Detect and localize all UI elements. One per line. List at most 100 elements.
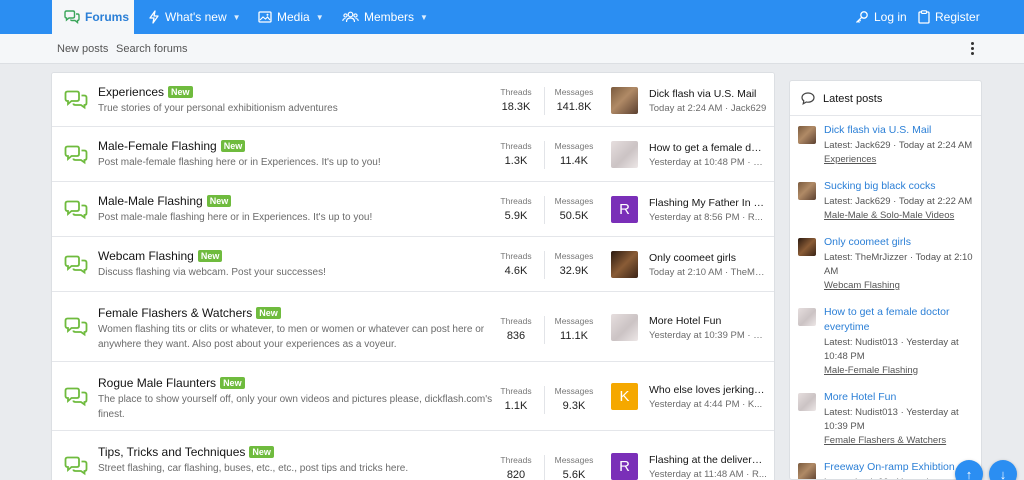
- users-icon: [342, 11, 359, 23]
- last-poster-avatar[interactable]: [611, 141, 638, 168]
- forum-title-text[interactable]: Female Flashers & Watchers: [98, 306, 252, 320]
- new-badge: New: [168, 86, 193, 98]
- nav-members-label: Members: [364, 10, 415, 24]
- last-post-title[interactable]: Flashing at the delivery door: [649, 454, 767, 466]
- last-post-meta: Yesterday at 10:48 PM · Nudist013: [649, 157, 767, 168]
- last-poster-avatar[interactable]: [611, 251, 638, 278]
- latest-post-forum-link[interactable]: Female Flashers & Watchers: [824, 435, 976, 446]
- last-post-title[interactable]: Dick flash via U.S. Mail: [649, 88, 767, 100]
- messages-label: Messages: [554, 386, 594, 396]
- clipboard-icon: [918, 10, 930, 24]
- forum-title-text[interactable]: Rogue Male Flaunters: [98, 376, 216, 390]
- threads-count: 1.1K: [504, 400, 528, 412]
- messages-stat: Messages 32.9K: [547, 251, 601, 277]
- latest-post-title[interactable]: Sucking big black cocks: [824, 179, 976, 194]
- forum-chat-icon: [64, 317, 88, 339]
- arrow-up-icon: ↑: [965, 466, 973, 480]
- last-poster-avatar[interactable]: [611, 87, 638, 114]
- forum-chat-icon: [64, 387, 88, 409]
- latest-post-title[interactable]: Dick flash via U.S. Mail: [824, 123, 976, 138]
- forum-title[interactable]: Male-Female Flashing New: [98, 139, 246, 153]
- last-poster-avatar[interactable]: K: [611, 383, 638, 410]
- messages-count: 9.3K: [562, 400, 586, 412]
- latest-post-thumb[interactable]: [798, 393, 816, 411]
- latest-post-title[interactable]: How to get a female doctor everytime: [824, 305, 976, 335]
- stat-divider: [544, 196, 545, 224]
- forum-row[interactable]: Tips, Tricks and Techniques New Street fla…: [52, 431, 774, 480]
- threads-label: Threads: [500, 87, 532, 97]
- stat-divider: [544, 455, 545, 480]
- latest-post-thumb[interactable]: [798, 308, 816, 326]
- messages-count: 32.9K: [559, 265, 589, 277]
- forum-title-text[interactable]: Male-Male Flashing: [98, 194, 203, 208]
- forum-title-text[interactable]: Tips, Tricks and Techniques: [98, 445, 245, 459]
- messages-label: Messages: [554, 196, 594, 206]
- scroll-up-button[interactable]: ↑: [955, 460, 983, 480]
- chevron-down-icon: ▼: [420, 12, 428, 22]
- last-post-title[interactable]: How to get a female doctor everytime: [649, 142, 767, 154]
- forum-row[interactable]: Female Flashers & Watchers New Women flash…: [52, 292, 774, 362]
- last-post-meta: Yesterday at 4:44 PM · K...: [649, 399, 763, 410]
- latest-post-forum-link[interactable]: Experiences: [824, 154, 976, 165]
- forum-title[interactable]: Webcam Flashing New: [98, 249, 223, 263]
- register-link[interactable]: Register: [918, 0, 980, 34]
- forum-title[interactable]: Tips, Tricks and Techniques New: [98, 445, 274, 459]
- latest-post-forum-link[interactable]: Male-Female Flashing: [824, 365, 976, 376]
- forum-title-text[interactable]: Webcam Flashing: [98, 249, 194, 263]
- latest-post-thumb[interactable]: [798, 182, 816, 200]
- last-post-title[interactable]: Only coomeet girls: [649, 252, 767, 264]
- last-post-title[interactable]: Flashing My Father In Law: [649, 197, 767, 209]
- search-forums-link[interactable]: Search forums: [116, 43, 188, 55]
- nav-forums-tab[interactable]: Forums: [52, 0, 134, 34]
- latest-post-title[interactable]: Freeway On-ramp Exhibtion: [824, 460, 976, 475]
- latest-post-thumb[interactable]: [798, 126, 816, 144]
- threads-label: Threads: [500, 141, 532, 151]
- last-post-title[interactable]: More Hotel Fun: [649, 315, 767, 327]
- latest-post-thumb[interactable]: [798, 463, 816, 479]
- login-link[interactable]: Log in: [855, 0, 907, 34]
- messages-stat: Messages 141.8K: [547, 87, 601, 113]
- forum-row[interactable]: Experiences New True stories of your perso…: [52, 73, 774, 127]
- latest-post-forum-link[interactable]: Male-Male & Solo-Male Videos: [824, 210, 976, 221]
- forum-title[interactable]: Rogue Male Flaunters New: [98, 376, 245, 390]
- nav-media[interactable]: Media ▼: [258, 0, 324, 34]
- nav-whats-new[interactable]: What's new ▼: [148, 0, 241, 34]
- threads-count: 836: [506, 330, 526, 342]
- last-poster-avatar[interactable]: R: [611, 196, 638, 223]
- messages-stat: Messages 50.5K: [547, 196, 601, 222]
- latest-post-meta: Latest: Nudist013 · Yesterday at 10:39 P…: [824, 407, 959, 432]
- nav-members[interactable]: Members ▼: [342, 0, 428, 34]
- latest-post-meta: Latest: Jack629 · Today at 2:22 AM: [824, 196, 973, 207]
- forum-title-text[interactable]: Experiences: [98, 85, 164, 99]
- more-options-icon[interactable]: [971, 42, 975, 57]
- latest-post-meta: Latest: Nudist013 · Yesterday at 10:48 P…: [824, 337, 959, 362]
- latest-posts-widget: Latest posts Dick flash via U.S. Mail Lat…: [789, 80, 982, 480]
- latest-post-forum-link[interactable]: Webcam Flashing: [824, 280, 976, 291]
- last-post-title[interactable]: Who else loves jerking off: [649, 384, 767, 396]
- latest-post-title[interactable]: More Hotel Fun: [824, 390, 976, 405]
- forum-chat-icon: [64, 456, 88, 478]
- latest-post-title[interactable]: Only coomeet girls: [824, 235, 976, 250]
- forum-chat-icon: [64, 145, 88, 167]
- scroll-down-button[interactable]: ↓: [989, 460, 1017, 480]
- forum-row[interactable]: Webcam Flashing New Discuss flashing via w…: [52, 237, 774, 292]
- forum-title-text[interactable]: Male-Female Flashing: [98, 139, 217, 153]
- forum-title[interactable]: Female Flashers & Watchers New: [98, 306, 281, 320]
- last-poster-avatar[interactable]: R: [611, 453, 638, 480]
- top-navbar: Forums What's new ▼ Media ▼ Members ▼ Lo…: [0, 0, 1024, 34]
- last-poster-avatar[interactable]: [611, 314, 638, 341]
- stat-divider: [544, 251, 545, 279]
- new-posts-link[interactable]: New posts: [57, 43, 108, 55]
- forum-row[interactable]: Rogue Male Flaunters New The place to show…: [52, 362, 774, 431]
- latest-post-thumb[interactable]: [798, 238, 816, 256]
- last-post-meta: Yesterday at 10:39 PM · Nudist013: [649, 330, 767, 341]
- forum-chat-icon: [64, 200, 88, 222]
- new-badge: New: [256, 307, 281, 319]
- stat-divider: [544, 141, 545, 169]
- forum-row[interactable]: Male-Female Flashing New Post male-female …: [52, 127, 774, 182]
- forum-title[interactable]: Experiences New: [98, 85, 193, 99]
- latest-post-meta: Latest: jamie66 · Yesterday at: [824, 476, 976, 479]
- forum-title[interactable]: Male-Male Flashing New: [98, 194, 232, 208]
- forum-row[interactable]: Male-Male Flashing New Post male-male flas…: [52, 182, 774, 237]
- last-post-meta: Today at 2:10 AM · TheMrJizzer: [649, 267, 767, 278]
